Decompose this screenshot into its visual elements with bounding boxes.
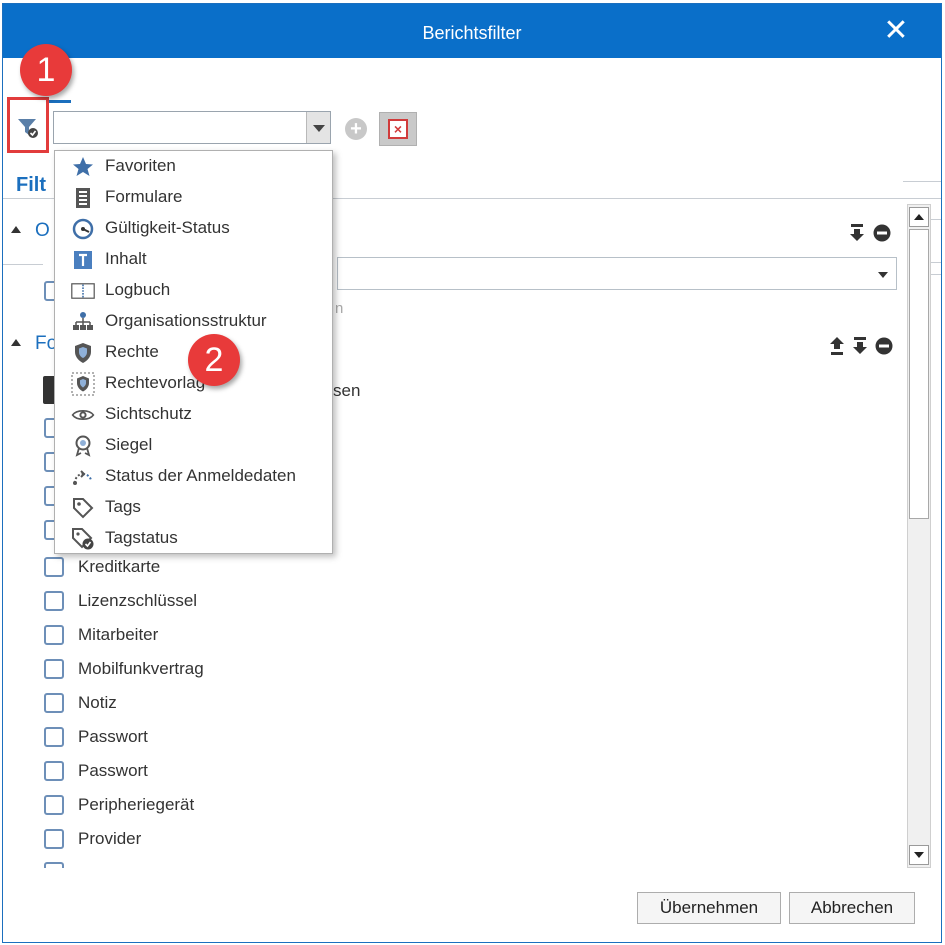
remove-filter-button[interactable]: × [379,112,417,146]
menu-item-siegel[interactable]: Siegel [55,430,332,461]
remove-icon[interactable] [875,337,893,360]
checkbox-label: Passwort [78,727,148,746]
menu-item-favoriten[interactable]: Favoriten [55,151,332,182]
close-icon[interactable]: ✕ [878,14,914,50]
move-down-icon[interactable] [849,224,865,247]
divider [931,274,941,275]
menu-item-gueltigkeit-status[interactable]: Gültigkeit-Status [55,213,332,244]
content-icon [74,251,92,269]
checkbox[interactable] [44,557,64,577]
scroll-up-button[interactable] [909,207,929,227]
checkbox[interactable] [44,727,64,747]
menu-item-label: Sichtschutz [105,404,192,423]
divider [931,219,941,220]
menu-item-inhalt[interactable]: Inhalt [55,244,332,275]
hint-text: n [335,300,344,317]
scrollbar[interactable] [907,204,931,868]
filter-type-combo[interactable] [53,111,331,144]
scroll-down-button[interactable] [909,845,929,865]
menu-item-label: Tags [105,497,141,516]
menu-item-status-anmeldedaten[interactable]: Status der Anmeldedaten [55,461,332,492]
chevron-down-icon[interactable] [306,112,330,143]
partial-label: sen [333,381,361,400]
checkbox[interactable] [44,693,64,713]
eye-icon [71,410,95,420]
tag-status-icon [72,528,94,550]
menu-item-label: Gültigkeit-Status [105,218,230,237]
form-icon [76,188,90,208]
filter-button[interactable] [7,97,49,153]
menu-item-tags[interactable]: Tags [55,492,332,523]
menu-item-label: Logbuch [105,280,171,299]
seal-icon [75,435,91,457]
menu-item-tagstatus[interactable]: Tagstatus [55,523,332,554]
menu-item-label: Inhalt [105,249,147,268]
menu-item-label: Favoriten [105,156,176,175]
menu-item-formulare[interactable]: Formulare [55,182,332,213]
annotation-badge-2: 2 [188,334,240,386]
dialog-title: Berichtsfilter [422,23,522,43]
validity-status-icon [72,218,94,240]
remove-icon[interactable] [873,224,891,247]
checkbox[interactable] [44,625,64,645]
menu-item-label: Siegel [105,435,153,454]
apply-button[interactable]: Übernehmen [637,892,781,924]
menu-item-label: Rechtevorlag [105,373,206,392]
checkbox-label: Mobilfunkvertrag [78,659,204,678]
scroll-thumb[interactable] [909,229,929,519]
shield-template-icon [71,372,95,396]
shield-icon [75,343,91,363]
checkbox-label: Provider [78,829,142,848]
chevron-down-icon [914,852,924,858]
dialog-window: Berichtsfilter ✕ + × Filt O n Fo sen Kre… [2,3,942,943]
menu-item-label: Rechte [105,342,159,361]
checkbox[interactable] [44,761,64,781]
checkbox-label: Peripheriegerät [78,795,195,814]
move-up-icon[interactable] [829,337,845,360]
checkbox-label: Mitarbeiter [78,625,159,644]
cancel-button[interactable]: Abbrechen [789,892,915,924]
menu-item-label: Status der Anmeldedaten [105,466,296,485]
checkbox-label: Kreditkarte [78,557,161,576]
section-heading: O [35,220,50,241]
tag-icon [73,498,94,519]
menu-item-label: Organisationsstruktur [105,311,267,330]
annotation-badge-1: 1 [20,44,72,96]
checkbox-label: Notiz [78,693,117,712]
menu-item-sichtschutz[interactable]: Sichtschutz [55,399,332,430]
checkbox-label: Passwort [78,761,148,780]
collapse-icon[interactable] [11,339,21,346]
title-bar: Berichtsfilter ✕ [3,4,941,58]
collapse-icon[interactable] [11,226,21,233]
checkbox[interactable] [44,659,64,679]
checkbox[interactable] [44,795,64,815]
move-down-icon[interactable] [852,337,868,360]
chevron-up-icon [914,214,924,220]
divider [3,264,43,265]
menu-item-organisationsstruktur[interactable]: Organisationsstruktur [55,306,332,337]
logbook-icon [71,283,95,299]
filter-panel-title: Filt [16,174,46,196]
credentials-status-icon [73,470,92,485]
star-icon [73,157,93,176]
menu-item-label: Formulare [105,187,183,206]
add-icon[interactable]: + [345,118,367,140]
divider [903,181,941,182]
menu-item-label: Tagstatus [105,528,178,547]
checkbox[interactable] [44,862,64,868]
delete-icon: × [388,119,408,139]
section-dropdown[interactable] [337,257,897,290]
menu-item-logbuch[interactable]: Logbuch [55,275,332,306]
checkbox[interactable] [44,829,64,849]
divider [931,262,941,263]
org-structure-icon [73,312,93,330]
checkbox[interactable] [44,591,64,611]
filter-icon [18,119,38,138]
checkbox-label: Lizenzschlüssel [78,591,198,610]
